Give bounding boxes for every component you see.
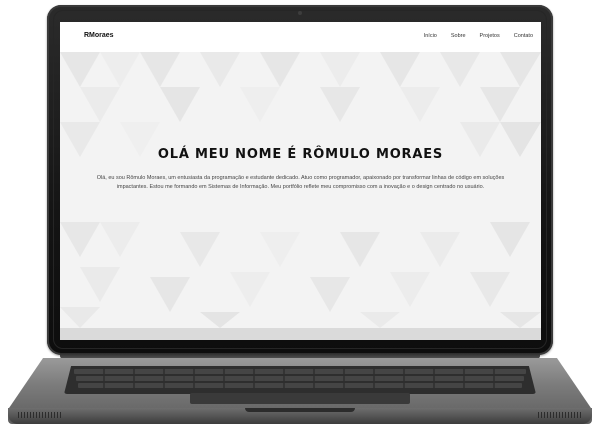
keyboard-keys [74,369,526,388]
hero-description: Olá, eu sou Rômulo Moraes, um entusiasta… [96,175,505,190]
nav-link-inicio[interactable]: Início [424,33,437,39]
nav-link-projetos[interactable]: Projetos [480,33,500,39]
laptop-screen: RMoraes Início Sobre Projetos Contato OL… [60,22,541,340]
webcam-icon [298,11,302,15]
laptop-keyboard [64,366,536,394]
site-brand-logo[interactable]: RMoraes [84,32,114,39]
nav-link-sobre[interactable]: Sobre [451,33,466,39]
laptop-notch [245,408,355,412]
hero-title: OLÁ MEU NOME É RÔMULO MORAES [157,147,444,162]
laptop-touchpad [190,393,410,404]
nav-link-contato[interactable]: Contato [514,33,533,39]
screen-bottom-bar [60,328,541,340]
speaker-right-icon [538,412,582,418]
nav-links: Início Sobre Projetos Contato [424,33,533,39]
laptop-mockup: RMoraes Início Sobre Projetos Contato OL… [0,0,600,438]
speaker-left-icon [18,412,62,418]
site-navbar: RMoraes Início Sobre Projetos Contato [60,22,541,52]
